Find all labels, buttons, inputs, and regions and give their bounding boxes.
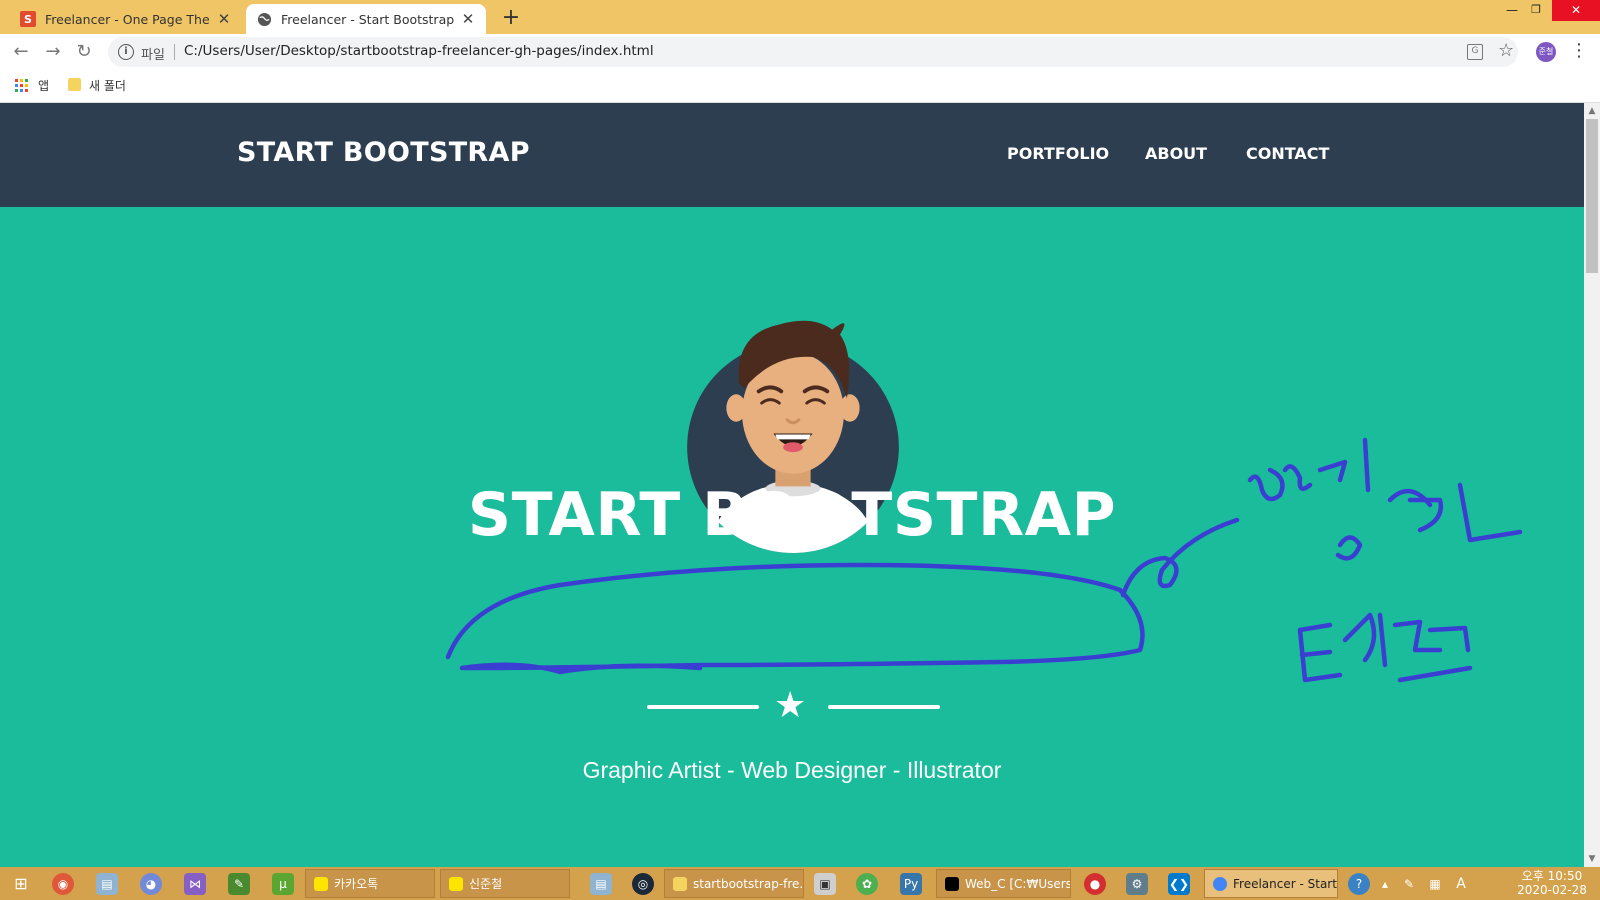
- folder-icon: [673, 876, 687, 891]
- chrome-canary-icon[interactable]: ◉: [52, 873, 74, 895]
- notepad-icon[interactable]: ▤: [96, 873, 118, 895]
- visual-studio-icon[interactable]: ⋈: [184, 873, 206, 895]
- windows-taskbar: ⊞ ◉ ▤ ◕ ⋈ ✎ μ 카카오톡 신준철 ▤ ◎ startbootstra…: [0, 867, 1600, 900]
- taskbar-chat-window[interactable]: 신준철: [440, 869, 570, 898]
- clock-date: 2020-02-28: [1517, 883, 1587, 897]
- taskbar-clock[interactable]: 오후 10:50 2020-02-28: [1512, 869, 1592, 897]
- reload-button[interactable]: ↻: [72, 40, 96, 64]
- s-logo-icon: S: [20, 11, 36, 27]
- app-icon[interactable]: ▣: [814, 873, 836, 895]
- python-idle-icon[interactable]: ⚙: [1126, 873, 1148, 895]
- taskbar-pycharm[interactable]: Web_C [C:₩Users...: [936, 869, 1071, 898]
- scroll-down-icon[interactable]: ▼: [1584, 851, 1600, 867]
- task-label: startbootstrap-fre...: [693, 876, 804, 891]
- nav-portfolio[interactable]: PORTFOLIO: [1007, 144, 1109, 163]
- info-icon[interactable]: i: [118, 44, 134, 60]
- bookmark-new-folder[interactable]: 새 폴더: [89, 77, 126, 94]
- taskbar-file-explorer[interactable]: startbootstrap-fre...: [664, 869, 804, 898]
- divider-line-right: [828, 705, 940, 709]
- address-bar[interactable]: i 파일 C:/Users/User/Desktop/startbootstra…: [108, 37, 1518, 67]
- chrome-icon: [1213, 876, 1227, 891]
- task-label: 신준철: [469, 877, 503, 891]
- back-button[interactable]: ←: [9, 40, 33, 64]
- network-icon[interactable]: ▦: [1424, 873, 1446, 895]
- site-navbar: START BOOTSTRAP PORTFOLIO ABOUT CONTACT: [0, 103, 1584, 207]
- scheme-label: 파일: [141, 48, 165, 63]
- tab-title: Freelancer - One Page Theme -: [45, 11, 210, 27]
- nav-about[interactable]: ABOUT: [1145, 144, 1207, 163]
- nav-contact[interactable]: CONTACT: [1246, 144, 1329, 163]
- scroll-up-icon[interactable]: ▲: [1584, 103, 1600, 119]
- record-icon[interactable]: ●: [1084, 873, 1106, 895]
- tray-expand-icon[interactable]: ▴: [1378, 873, 1392, 895]
- input-method-icon[interactable]: A: [1450, 873, 1472, 895]
- steam-icon[interactable]: ◎: [632, 873, 654, 895]
- browser-menu-icon[interactable]: ⋮: [1570, 40, 1588, 61]
- help-icon[interactable]: ?: [1348, 873, 1370, 895]
- network-app-icon[interactable]: ✿: [856, 873, 878, 895]
- close-window-button[interactable]: ✕: [1552, 0, 1600, 21]
- editor-icon[interactable]: ✎: [228, 873, 250, 895]
- brand-logo[interactable]: START BOOTSTRAP: [237, 137, 530, 168]
- forward-button[interactable]: →: [41, 40, 65, 64]
- task-label: 카카오톡: [334, 877, 379, 891]
- tab-title: Freelancer - Start Bootstrap The: [281, 11, 454, 27]
- task-label: Freelancer - Start...: [1233, 876, 1338, 891]
- apps-grid-icon[interactable]: [15, 79, 28, 92]
- clock-time: 오후 10:50: [1521, 869, 1583, 883]
- python-icon[interactable]: Py: [900, 873, 922, 895]
- kakaotalk-icon: [449, 876, 463, 891]
- vscode-icon[interactable]: ❮❯: [1168, 873, 1190, 895]
- address-separator: [174, 44, 175, 60]
- folder-icon: [68, 78, 81, 91]
- close-tab-icon[interactable]: ✕: [216, 10, 232, 28]
- page-scrollbar[interactable]: ▲ ▼: [1584, 103, 1600, 867]
- url-text[interactable]: C:/Users/User/Desktop/startbootstrap-fre…: [184, 43, 654, 59]
- hero-title: START BOOTSTRAP: [467, 480, 1117, 550]
- globe-icon: [256, 11, 272, 27]
- profile-avatar[interactable]: 준철: [1536, 42, 1556, 62]
- tab-freelancer-start-bootstrap[interactable]: Freelancer - Start Bootstrap The ✕: [246, 4, 486, 34]
- notepad-icon[interactable]: ▤: [590, 873, 612, 895]
- star-icon: ★: [774, 685, 807, 726]
- kakaotalk-icon: [314, 876, 328, 891]
- hero-subtitle: Graphic Artist - Web Designer - Illustra…: [582, 757, 1002, 783]
- discord-icon[interactable]: ◕: [140, 873, 162, 895]
- scroll-thumb[interactable]: [1586, 119, 1598, 273]
- windows-start-icon[interactable]: ⊞: [10, 873, 32, 895]
- translate-icon[interactable]: G: [1467, 44, 1483, 60]
- taskbar-chrome[interactable]: Freelancer - Start...: [1204, 869, 1338, 898]
- taskbar-kakaotalk[interactable]: 카카오톡: [305, 869, 435, 898]
- bookmark-apps[interactable]: 앱: [38, 77, 49, 94]
- browser-toolbar: ← → ↻ i 파일 C:/Users/User/Desktop/startbo…: [0, 34, 1600, 69]
- bookmarks-bar: 앱 새 폴더: [0, 69, 1600, 103]
- pen-icon[interactable]: ✎: [1398, 873, 1420, 895]
- divider-line-left: [647, 705, 759, 709]
- tab-freelancer-one-page[interactable]: S Freelancer - One Page Theme - ✕: [10, 4, 242, 34]
- task-label: Web_C [C:₩Users...: [965, 876, 1071, 891]
- new-tab-button[interactable]: +: [498, 5, 524, 31]
- tab-strip: S Freelancer - One Page Theme - ✕ Freela…: [0, 0, 1600, 34]
- pycharm-icon: [945, 876, 959, 891]
- utorrent-icon[interactable]: μ: [272, 873, 294, 895]
- bookmark-star-icon[interactable]: ☆: [1498, 40, 1514, 61]
- close-tab-icon[interactable]: ✕: [460, 10, 476, 28]
